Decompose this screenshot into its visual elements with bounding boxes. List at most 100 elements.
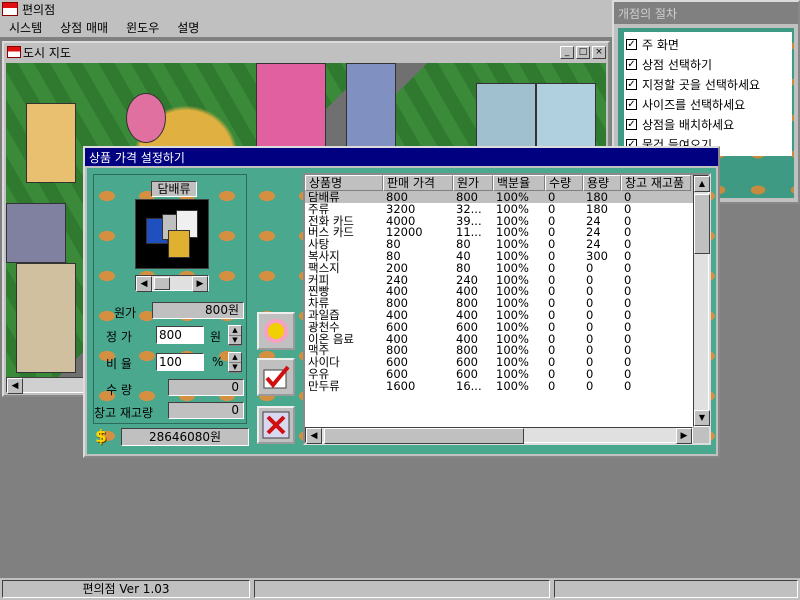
scrollbar-thumb[interactable] (154, 277, 170, 290)
table-cell: 0 (624, 214, 632, 227)
spin-down-arrow-icon[interactable]: ▼ (229, 336, 241, 346)
table-cell: 0 (548, 226, 556, 239)
column-header[interactable]: 상품명 (305, 175, 383, 191)
menu-help[interactable]: 설명 (168, 19, 208, 36)
table-cell: 100% (496, 202, 529, 215)
table-row[interactable]: 차류 800 800 100% 0 0 0 (305, 297, 693, 309)
menu-store-trade[interactable]: 상점 매매 (51, 19, 117, 36)
ratio-spinner[interactable]: ▲ ▼ (228, 352, 242, 373)
table-row[interactable]: 팩스지 200 80 100% 0 0 0 (305, 262, 693, 274)
table-cell: 버스 카드 (308, 226, 354, 239)
product-name-label: 담배류 (151, 181, 197, 197)
scroll-right-arrow-icon[interactable]: ▶ (192, 276, 208, 292)
table-cell: 0 (548, 356, 556, 368)
table-cell: 80 (456, 261, 471, 274)
table-cell: 100% (496, 226, 529, 239)
table-row[interactable]: 사이다 600 600 100% 0 0 0 (305, 356, 693, 368)
table-row[interactable]: 전화 카드 4000 39... 100% 0 24 0 (305, 215, 693, 227)
procedure-step[interactable]: ✓ 상점 선택하기 (626, 54, 790, 74)
procedure-titlebar[interactable]: 개점의 절차 (614, 2, 798, 24)
confirm-button[interactable] (257, 358, 295, 396)
menu-system[interactable]: 시스템 (0, 19, 51, 36)
column-header[interactable]: 용량 (583, 175, 621, 191)
spin-up-arrow-icon[interactable]: ▲ (229, 326, 241, 336)
checkbox-checked-icon[interactable]: ✓ (626, 38, 637, 50)
table-row[interactable]: 광천수 600 600 100% 0 0 0 (305, 321, 693, 333)
table-row[interactable]: 맥주 800 800 100% 0 0 0 (305, 344, 693, 356)
minimize-button[interactable]: _ (560, 45, 574, 59)
table-cell: 광천수 (308, 320, 340, 333)
menu-window[interactable]: 윈도우 (117, 19, 168, 36)
price-input[interactable]: 800 (156, 326, 204, 344)
column-header[interactable]: 수량 (545, 175, 583, 191)
table-row[interactable]: 찐빵 400 400 100% 0 0 0 (305, 285, 693, 297)
table-cell: 0 (548, 273, 556, 286)
cigarette-pack-icon (168, 230, 190, 258)
table-cell: 600 (456, 356, 478, 368)
table-row[interactable]: 복사지 80 40 100% 0 300 0 (305, 250, 693, 262)
table-row[interactable]: 주류 3200 32... 100% 0 180 0 (305, 203, 693, 215)
ratio-label: 비 율 (106, 357, 132, 371)
table-cell: 100% (496, 308, 529, 321)
column-header[interactable]: 원가 (453, 175, 493, 191)
procedure-step[interactable]: ✓ 사이즈를 선택하세요 (626, 94, 790, 114)
table-cell: 100% (496, 273, 529, 286)
table-cell: 180 (586, 202, 608, 215)
scroll-right-arrow-icon[interactable]: ▶ (676, 428, 692, 444)
map-building (16, 263, 76, 373)
column-header[interactable]: 백분율 (493, 175, 545, 191)
check-icon (263, 365, 290, 389)
column-header[interactable]: 판매 가격 (383, 175, 453, 191)
scroll-down-arrow-icon[interactable]: ▼ (694, 410, 710, 426)
table-row[interactable]: 커피 240 240 100% 0 0 0 (305, 274, 693, 286)
price-spinner[interactable]: ▲ ▼ (228, 325, 242, 346)
scroll-left-arrow-icon[interactable]: ◀ (306, 428, 322, 444)
table-vertical-scrollbar[interactable]: ▲ ▼ (693, 175, 710, 427)
checkbox-checked-icon[interactable]: ✓ (626, 78, 637, 90)
table-cell: 100% (496, 238, 529, 250)
maximize-button[interactable]: □ (576, 45, 590, 59)
map-window-icon (7, 46, 21, 58)
table-cell: 0 (624, 379, 632, 392)
product-image-scrollbar[interactable]: ◀ ▶ (135, 275, 209, 292)
table-cell: 100% (496, 356, 529, 368)
map-titlebar[interactable]: 도시 지도 _ □ × (4, 43, 608, 61)
table-row[interactable]: 만두류 1600 16... 100% 0 0 0 (305, 380, 693, 392)
checkbox-checked-icon[interactable]: ✓ (626, 58, 637, 70)
table-row[interactable]: 버스 카드 12000 11... 100% 0 24 0 (305, 226, 693, 238)
spin-up-arrow-icon[interactable]: ▲ (229, 353, 241, 363)
table-row[interactable]: 사탕 80 80 100% 0 24 0 (305, 238, 693, 250)
procedure-step[interactable]: ✓ 지정할 곳을 선택하세요 (626, 74, 790, 94)
table-row[interactable]: 담배류 800 800 100% 0 180 0 (305, 191, 693, 203)
scrollbar-thumb[interactable] (324, 428, 524, 444)
scroll-up-arrow-icon[interactable]: ▲ (694, 176, 710, 192)
table-cell: 0 (586, 297, 594, 309)
table-horizontal-scrollbar[interactable]: ◀ ▶ (305, 427, 693, 444)
cancel-button[interactable] (257, 406, 295, 444)
procedure-step[interactable]: ✓ 상점을 배치하세요 (626, 114, 790, 134)
spin-down-arrow-icon[interactable]: ▼ (229, 363, 241, 373)
auto-price-button[interactable] (257, 312, 295, 350)
table-cell: 0 (624, 356, 632, 368)
close-button[interactable]: × (592, 45, 606, 59)
table-cell: 0 (624, 238, 632, 250)
checkbox-checked-icon[interactable]: ✓ (626, 98, 637, 110)
checkbox-checked-icon[interactable]: ✓ (626, 118, 637, 130)
scroll-left-arrow-icon[interactable]: ◀ (136, 276, 152, 292)
table-cell: 800 (456, 344, 478, 357)
scroll-left-arrow-icon[interactable]: ◀ (7, 378, 23, 394)
column-header[interactable]: 창고 재고품 (621, 175, 691, 191)
table-cell: 12000 (386, 226, 423, 239)
table-row[interactable]: 과일즙 400 400 100% 0 0 0 (305, 309, 693, 321)
procedure-step[interactable]: ✓ 주 화면 (626, 34, 790, 54)
ratio-input[interactable]: 100 (156, 353, 204, 371)
table-row[interactable]: 우유 600 600 100% 0 0 0 (305, 368, 693, 380)
scrollbar-thumb[interactable] (694, 194, 710, 254)
map-building (346, 63, 396, 153)
dialog-titlebar[interactable]: 상품 가격 설정하기 (85, 148, 718, 166)
table-cell: 400 (456, 332, 478, 345)
table-cell: 300 (586, 249, 608, 262)
table-cell: 0 (548, 202, 556, 215)
table-cell: 담배류 (308, 191, 340, 203)
table-row[interactable]: 이온 음료 400 400 100% 0 0 0 (305, 333, 693, 345)
